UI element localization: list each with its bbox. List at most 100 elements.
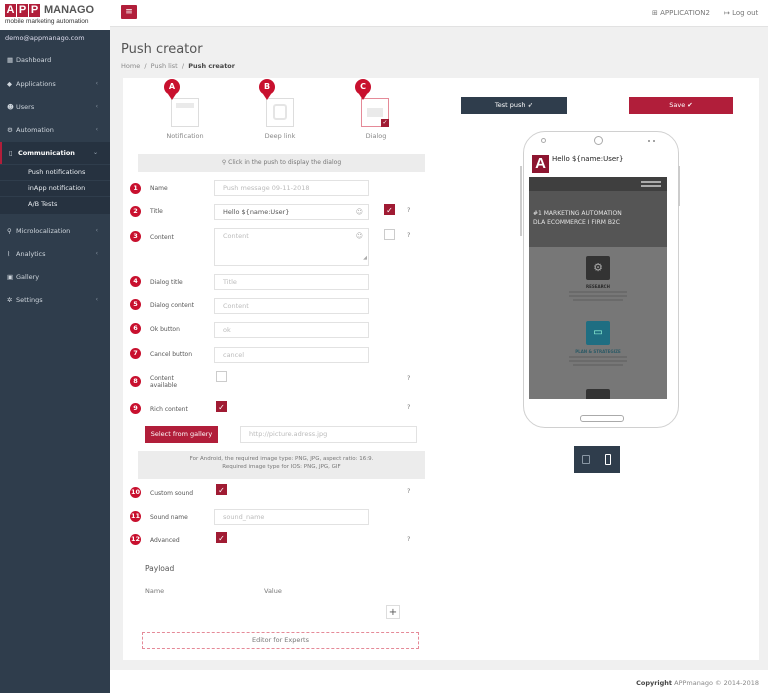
name-input[interactable]: Push message 09-11-2018 [214,180,369,196]
logo-word: MANAGO [44,4,95,16]
dialog-title-input[interactable]: Title [214,274,369,290]
application-switcher[interactable]: ⊞ APPLICATION2 [652,9,710,17]
logo-letter-a: A [5,4,16,17]
dialog-content-label: Dialog content [150,302,194,309]
diamond-icon: ◆ [7,80,12,88]
sidebar-item-users[interactable]: ☻ Users ‹ [0,96,110,118]
rich-content-checkbox[interactable]: ✓ [216,401,227,412]
cancel-button-label: Cancel button [150,351,193,358]
content-textarea[interactable]: Content ☺ ◢ [214,228,369,266]
type-dialog-tile[interactable]: ✓ [361,98,389,127]
sidebar-item-dashboard[interactable]: ▦ Dashboard [0,49,110,71]
editor-for-experts-button[interactable]: Editor for Experts [142,632,419,649]
sidebar-item-applications[interactable]: ◆ Applications ‹ [0,73,110,95]
rich-content-label: Rich content [150,406,188,413]
breadcrumb-home[interactable]: Home [121,62,140,70]
sound-name-input[interactable]: sound_name [214,509,369,525]
sound-name-label: Sound name [150,514,188,521]
title-input[interactable]: Hello ${name:User} ☺ [214,204,369,220]
cancel-button-input[interactable]: cancel [214,347,369,363]
advanced-checkbox[interactable]: ✓ [216,532,227,543]
content-available-checkbox[interactable] [216,371,227,382]
help-icon[interactable]: ? [407,206,410,214]
marker-1: 1 [130,183,141,194]
sidebar-item-analytics[interactable]: ⌇ Analytics ‹ [0,243,110,265]
research-text-line [569,291,627,293]
ok-button-label: Ok button [150,326,180,333]
add-payload-button[interactable]: + [386,605,400,619]
chevron-left-icon: ‹ [95,103,98,110]
user-email[interactable]: demo@appmanago.com [0,34,110,46]
tablet-icon[interactable] [582,455,590,464]
phone-icon[interactable] [605,454,611,465]
chevron-left-icon: ‹ [95,80,98,87]
check-icon: ✔ [685,101,693,109]
help-icon[interactable]: ? [407,535,410,543]
hamburger-icon [641,185,661,187]
emoji-icon[interactable]: ☺ [356,229,363,243]
marker-10: 10 [130,487,141,498]
strategy-text-line [569,356,627,358]
sidebar-item-gallery[interactable]: ▣ Gallery [0,266,110,288]
sidebar-subitem-inapp-notification[interactable]: inApp notification [0,181,110,196]
phone-sensor-icon [648,140,650,142]
content-checkbox[interactable] [384,229,395,240]
push-app-icon: A [532,155,549,173]
deeplink-icon [273,104,287,120]
sidebar-item-automation[interactable]: ⚙ Automation ‹ [0,119,110,141]
help-icon[interactable]: ? [407,231,410,239]
hamburger-icon [641,181,661,183]
help-icon[interactable]: ? [407,487,410,495]
help-icon[interactable]: ? [407,403,410,411]
image-info-bar: For Android, the required image type: PN… [138,451,425,479]
type-notification-tile[interactable] [171,98,199,127]
marker-8: 8 [130,376,141,387]
next-section-icon [586,389,610,399]
picture-url-input[interactable]: http://picture.adress.jpg [240,426,417,443]
sidebar-item-settings[interactable]: ✲ Settings ‹ [0,289,110,311]
pin-icon: ⚲ [7,227,12,235]
marker-6: 6 [130,323,141,334]
resize-handle-icon[interactable]: ◢ [363,251,367,265]
type-deeplink-tile[interactable] [266,98,294,127]
emoji-icon[interactable]: ☺ [356,205,363,219]
phone-sensor-icon [653,140,655,142]
chevron-down-icon: ⌄ [92,149,98,156]
marker-3: 3 [130,231,141,242]
test-push-button[interactable]: Test push ➶ [461,97,567,114]
sidebar-subitem-push-notifications[interactable]: Push notifications [0,165,110,180]
menu-toggle-button[interactable]: ≡ [121,5,137,19]
research-text-line [573,299,623,301]
breadcrumb-push-list[interactable]: Push list [151,62,178,70]
marker-9: 9 [130,403,141,414]
marker-a-tail [168,94,176,100]
payload-col-value: Value [264,587,282,595]
push-title: Hello ${name:User} [552,155,624,163]
chart-icon: ⌇ [7,250,11,258]
payload-col-name: Name [145,587,165,595]
custom-sound-checkbox[interactable]: ✓ [216,484,227,495]
save-button[interactable]: Save ✔ [629,97,733,114]
dashboard-icon: ▦ [7,56,14,64]
title-checkbox[interactable]: ✓ [384,204,395,215]
marker-b: B [259,79,275,95]
sidebar-item-communication[interactable]: ▯ Communication ⌄ [0,142,110,164]
sidebar-item-microlocalization[interactable]: ⚲ Microlocalization ‹ [0,220,110,242]
ok-button-input[interactable]: ok [214,322,369,338]
type-deeplink-label[interactable]: Deep link [250,132,310,140]
type-notification-label[interactable]: Notification [155,132,215,140]
logout-icon: ↦ [724,9,733,17]
logo[interactable]: A P P MANAGO mobile marketing automation [0,0,110,30]
type-dialog-label[interactable]: Dialog [346,132,406,140]
logout-link[interactable]: ↦ Log out [724,9,758,17]
banner-text: #1 MARKETING AUTOMATION DLA ECOMMERCE I F… [533,210,622,226]
strategy-heading: PLAN & STRATEGIZE [575,349,621,354]
dialog-content-input[interactable]: Content [214,298,369,314]
phone-screen[interactable]: A Hello ${name:User} #1 MARKETING AUTOMA… [529,151,667,399]
site-header [529,177,667,191]
help-icon[interactable]: ? [407,374,410,382]
select-from-gallery-button[interactable]: Select from gallery [145,426,218,443]
phone-home-icon [594,136,603,145]
sidebar-subitem-ab-tests[interactable]: A/B Tests [0,197,110,214]
push-notification-preview[interactable]: A Hello ${name:User} [529,151,667,177]
